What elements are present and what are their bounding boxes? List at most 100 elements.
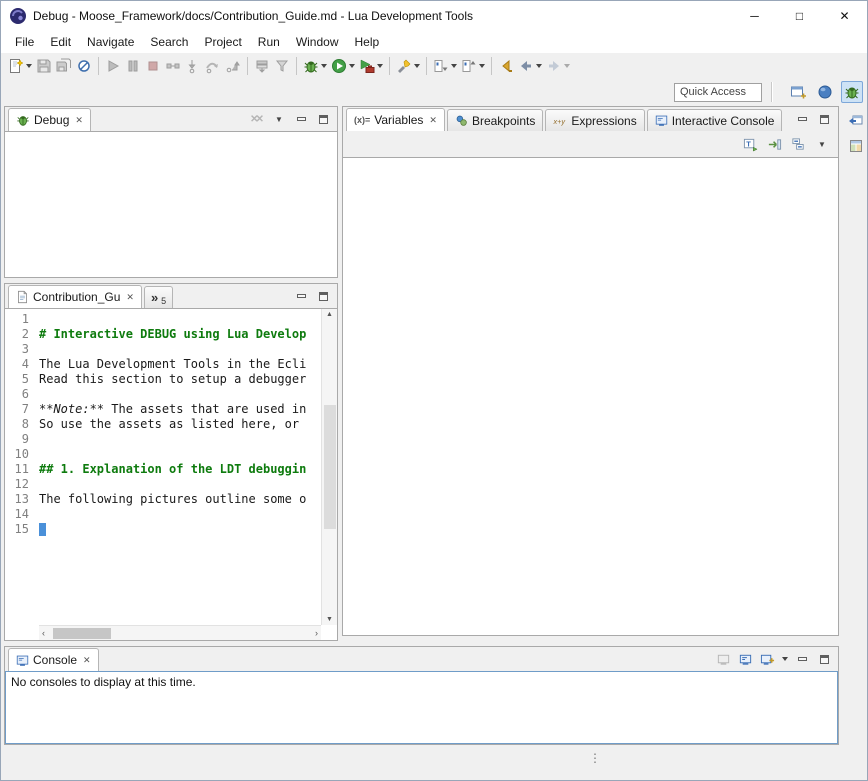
text-segment: **Note:** [39,402,104,416]
app-icon [9,7,27,25]
next-annotation-button[interactable] [431,55,459,77]
debug-view-content[interactable] [5,131,337,277]
close-icon[interactable]: ✕ [75,115,83,126]
open-console-button[interactable] [759,651,775,667]
editor-line[interactable]: 3 [5,342,321,357]
display-selected-console-button[interactable] [737,651,753,667]
external-tools-button[interactable] [357,55,385,77]
minimized-view-button[interactable] [846,136,866,156]
variables-view-content[interactable] [343,157,838,635]
perspective-separator [771,82,773,102]
view-menu-button[interactable]: ▼ [814,136,830,152]
line-number: 1 [5,312,39,327]
view-menu-button[interactable]: ▼ [271,111,287,127]
line-number: 10 [5,447,39,462]
editor-horizontal-scrollbar[interactable]: ‹ › [39,625,321,640]
show-logical-structures-button[interactable] [766,136,782,152]
save-all-button[interactable] [54,55,74,77]
tab-debug[interactable]: Debug ✕ [8,108,91,131]
editor-line[interactable]: 6 [5,387,321,402]
debug-perspective-button[interactable] [841,81,863,103]
editor-line[interactable]: 5Read this section to setup a debugger [5,372,321,387]
skip-all-breakpoints-button[interactable] [74,55,94,77]
minimize-button[interactable] [794,111,810,127]
maximize-button[interactable] [315,288,331,304]
close-icon[interactable]: ✕ [126,292,134,303]
menu-window[interactable]: Window [288,32,347,52]
open-perspective-button[interactable] [787,81,809,103]
tab-label: Variables [374,113,423,127]
editor-line[interactable]: 13The following pictures outline some o [5,492,321,507]
console-icon [16,654,29,667]
line-text: The Lua Development Tools in the Ecli [39,357,321,372]
horizontal-scroll-thumb[interactable] [53,628,111,639]
search-button[interactable] [394,55,422,77]
minimize-button[interactable] [293,288,309,304]
editor-line[interactable]: 10 [5,447,321,462]
line-number: 13 [5,492,39,507]
editor-lines[interactable]: 12# Interactive DEBUG using Lua Develop3… [5,309,321,625]
editor-line[interactable]: 8So use the assets as listed here, or [5,417,321,432]
collapse-all-button[interactable] [790,136,806,152]
maximize-button[interactable] [816,651,832,667]
editor-vertical-scrollbar[interactable]: ▲ ▼ [321,309,337,625]
vertical-scroll-thumb[interactable] [324,405,336,530]
last-edit-location-button[interactable] [496,55,516,77]
tab-interactive-console[interactable]: Interactive Console [647,109,783,131]
editor-line[interactable]: 12 [5,477,321,492]
step-into-button [183,55,203,77]
editor-line[interactable]: 9 [5,432,321,447]
close-icon[interactable]: ✕ [429,115,437,126]
toolbar-separator [426,57,427,75]
window-close-button[interactable]: ✕ [822,1,867,31]
scroll-left-icon[interactable]: ‹ [42,629,45,638]
menu-help[interactable]: Help [347,32,388,52]
line-text: Read this section to setup a debugger [39,372,321,387]
menu-navigate[interactable]: Navigate [79,32,142,52]
dropdown-icon[interactable] [782,657,788,661]
run-button[interactable] [329,55,357,77]
editor-line[interactable]: 4The Lua Development Tools in the Ecli [5,357,321,372]
editor-line[interactable]: 11## 1. Explanation of the LDT debuggin [5,462,321,477]
more-editors-button[interactable]: » 5 [144,286,173,308]
maximize-button[interactable] [315,111,331,127]
script-perspective-button[interactable] [814,81,836,103]
scroll-up-icon[interactable]: ▲ [326,311,333,318]
window-maximize-button[interactable]: □ [777,1,822,31]
console-content[interactable]: No consoles to display at this time. [5,671,838,744]
debug-button[interactable] [301,55,329,77]
minimize-button[interactable] [293,111,309,127]
scroll-right-icon[interactable]: › [315,629,318,638]
minimize-button[interactable] [794,651,810,667]
editor-line[interactable]: 2# Interactive DEBUG using Lua Develop [5,327,321,342]
back-button[interactable] [516,55,544,77]
menu-run[interactable]: Run [250,32,288,52]
tab-breakpoints[interactable]: Breakpoints [447,109,543,131]
menu-search[interactable]: Search [142,32,196,52]
menu-file[interactable]: File [7,32,42,52]
scroll-down-icon[interactable]: ▼ [326,616,333,623]
menu-edit[interactable]: Edit [42,32,79,52]
editor-line[interactable]: 14 [5,507,321,522]
maximize-button[interactable] [816,111,832,127]
tab-console[interactable]: Console ✕ [8,648,99,671]
expressions-icon: x+y [553,114,567,127]
restore-view-stack-button[interactable] [846,110,866,130]
save-button[interactable] [34,55,54,77]
show-type-names-button[interactable]: T [742,136,758,152]
previous-annotation-button[interactable] [459,55,487,77]
close-icon[interactable]: ✕ [83,655,91,666]
console-view-buttons [715,651,838,671]
tab-variables[interactable]: (x)= Variables ✕ [346,108,445,131]
quick-access-input[interactable]: Quick Access [674,83,762,102]
editor-line[interactable]: 7**Note:** The assets that are used in [5,402,321,417]
tab-contribution-guide[interactable]: Contribution_Gu ✕ [8,285,142,308]
menu-project[interactable]: Project [196,32,249,52]
tab-label: Interactive Console [672,114,775,128]
editor-line[interactable]: 15 [5,522,321,537]
new-button[interactable] [6,55,34,77]
tab-expressions[interactable]: x+y Expressions [545,109,644,131]
window-minimize-button[interactable]: ─ [732,1,777,31]
trim-drag-handle[interactable]: ⋮ [589,751,602,765]
editor-line[interactable]: 1 [5,312,321,327]
